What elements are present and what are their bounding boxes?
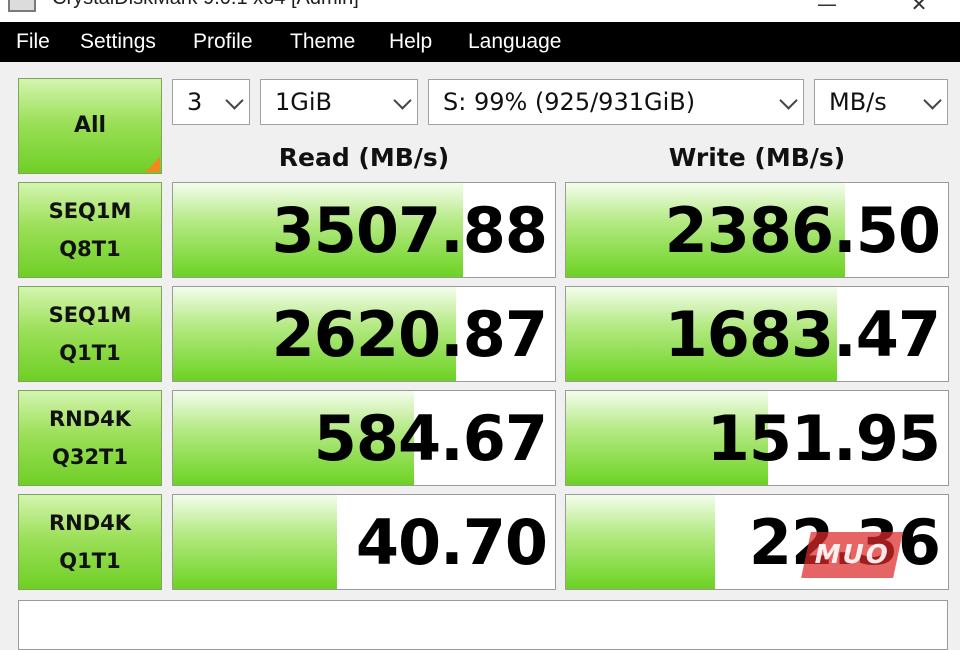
- read-value: 2620.87: [271, 297, 548, 371]
- chevron-down-icon: [225, 91, 244, 110]
- read-result-cell: 40.70: [172, 494, 556, 590]
- test-button-rnd4k-q32t1[interactable]: RND4K Q32T1: [18, 390, 162, 486]
- test-size-value: 1GiB: [275, 88, 332, 116]
- app-icon: [8, 0, 36, 12]
- unit-value: MB/s: [829, 88, 887, 116]
- test-name: RND4K: [48, 407, 132, 431]
- minimize-icon[interactable]: —: [804, 0, 850, 20]
- write-value: 2386.50: [664, 193, 941, 267]
- test-size-select[interactable]: 1GiB: [260, 79, 418, 125]
- all-button-label: All: [73, 113, 107, 138]
- menu-settings[interactable]: Settings: [80, 22, 156, 62]
- write-result-cell: 2386.50: [565, 182, 949, 278]
- test-button-seq1m-q1t1[interactable]: SEQ1M Q1T1: [18, 286, 162, 382]
- test-params: Q32T1: [51, 445, 128, 469]
- menu-file[interactable]: File: [16, 22, 50, 62]
- write-column-header: Write (MB/s): [668, 143, 846, 172]
- test-count-value: 3: [187, 88, 203, 116]
- test-button-rnd4k-q1t1[interactable]: RND4K Q1T1: [18, 494, 162, 590]
- test-name: RND4K: [48, 511, 132, 535]
- chevron-down-icon: [393, 91, 412, 110]
- watermark-logo: MUO: [801, 532, 903, 578]
- write-value: 1683.47: [664, 297, 941, 371]
- read-result-cell: 3507.88: [172, 182, 556, 278]
- test-button-seq1m-q8t1[interactable]: SEQ1M Q8T1: [18, 182, 162, 278]
- read-bar: [173, 495, 338, 589]
- test-name: SEQ1M: [48, 199, 132, 223]
- test-params: Q8T1: [59, 237, 121, 261]
- test-params: Q1T1: [59, 341, 121, 365]
- menu-language[interactable]: Language: [468, 22, 561, 62]
- test-name: SEQ1M: [48, 303, 132, 327]
- window-title: CrystalDiskMark 9.0.1 x64 [Admin]: [52, 0, 359, 10]
- test-params: Q1T1: [59, 549, 121, 573]
- read-result-cell: 2620.87: [172, 286, 556, 382]
- write-value: 151.95: [706, 401, 941, 475]
- chevron-down-icon: [923, 91, 942, 110]
- read-column-header: Read (MB/s): [278, 143, 450, 172]
- comment-input[interactable]: [18, 600, 948, 650]
- all-tests-button[interactable]: All: [18, 78, 162, 174]
- read-value: 584.67: [313, 401, 548, 475]
- title-bar: CrystalDiskMark 9.0.1 x64 [Admin] — ✕: [0, 0, 960, 22]
- menu-help[interactable]: Help: [389, 22, 432, 62]
- write-bar: [566, 495, 715, 589]
- unit-select[interactable]: MB/s: [814, 79, 948, 125]
- drive-select[interactable]: S: 99% (925/931GiB): [428, 79, 804, 125]
- write-result-cell: 151.95: [565, 390, 949, 486]
- write-result-cell: 1683.47: [565, 286, 949, 382]
- read-value: 40.70: [355, 505, 548, 579]
- corner-marker-icon: [145, 157, 160, 172]
- test-count-select[interactable]: 3: [172, 79, 250, 125]
- drive-value: S: 99% (925/931GiB): [443, 88, 696, 116]
- menu-profile[interactable]: Profile: [193, 22, 253, 62]
- menu-theme[interactable]: Theme: [290, 22, 355, 62]
- read-result-cell: 584.67: [172, 390, 556, 486]
- chevron-down-icon: [779, 91, 798, 110]
- close-icon[interactable]: ✕: [896, 0, 942, 20]
- menu-bar: File Settings Profile Theme Help Languag…: [0, 22, 960, 62]
- read-value: 3507.88: [271, 193, 548, 267]
